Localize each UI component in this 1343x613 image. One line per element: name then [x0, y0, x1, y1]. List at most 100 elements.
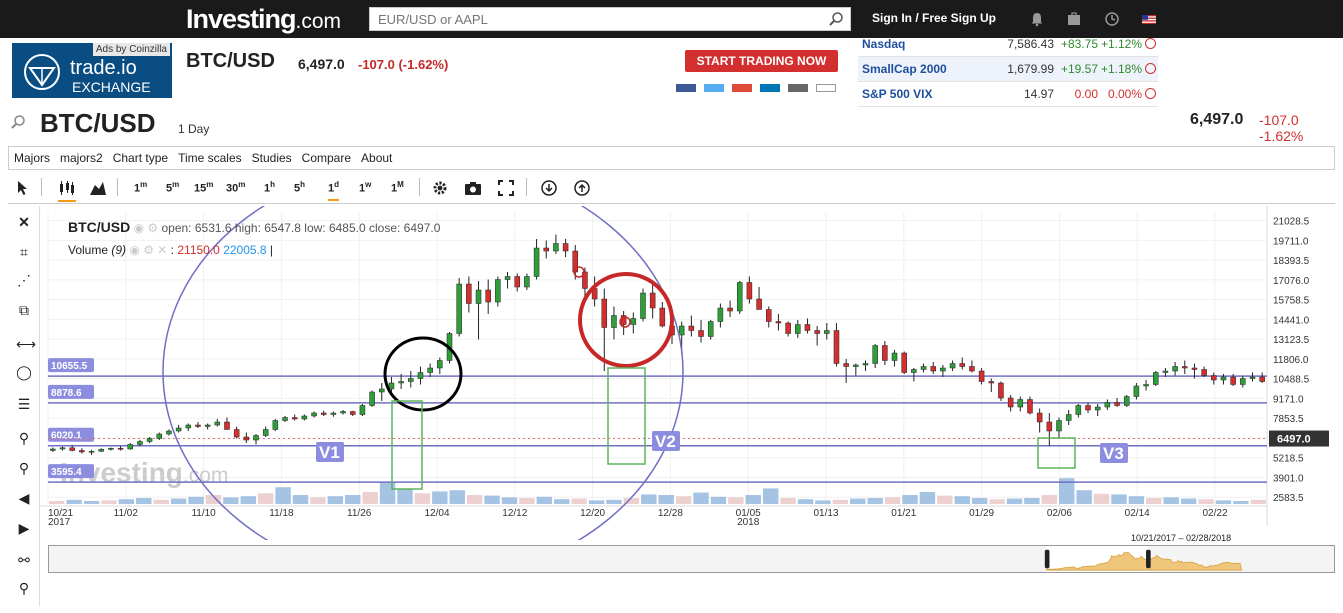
volume-bar — [257, 493, 274, 504]
market-name[interactable]: SmallCap 2000 — [862, 62, 947, 76]
menu-studies[interactable]: Studies — [247, 147, 297, 165]
copy-icon[interactable]: ⧉ — [16, 302, 32, 318]
trendline-tools-icon[interactable]: ⋰ — [16, 272, 32, 288]
clock-icon[interactable] — [1104, 11, 1120, 27]
ellipse-tool-icon[interactable]: ◯ — [16, 364, 32, 380]
menu-majors[interactable]: Majors — [9, 147, 55, 165]
volume-bar — [693, 492, 709, 504]
volume-bar — [484, 495, 500, 504]
timeframe-1m[interactable]: 1m — [134, 180, 147, 195]
volume-bar — [710, 496, 727, 504]
candlestick-icon[interactable] — [58, 180, 76, 202]
search-input[interactable] — [370, 8, 810, 30]
annotation-label: V3 — [1103, 444, 1124, 463]
candle-body — [795, 324, 801, 334]
candle-body — [756, 298, 762, 310]
horizontal-lines-icon[interactable]: ☰ — [16, 396, 32, 412]
market-change: +19.57 — [1060, 62, 1098, 76]
candle-body — [1075, 405, 1082, 415]
sign-in-link[interactable]: Sign In / Free Sign Up — [872, 11, 996, 25]
volume-bar — [501, 497, 518, 504]
volume-blue: 22005.8 — [223, 243, 267, 257]
candle-body — [940, 367, 946, 372]
market-name[interactable]: S&P 500 VIX — [862, 87, 933, 101]
menu-majors2[interactable]: majors2 — [55, 147, 108, 165]
fullscreen-icon[interactable] — [498, 180, 514, 196]
candle-body — [1085, 405, 1091, 411]
linkedin-icon[interactable] — [760, 84, 780, 92]
candle-body — [533, 247, 540, 277]
portfolio-icon[interactable] — [1066, 11, 1082, 27]
search-icon[interactable] — [10, 114, 26, 130]
candle-body — [998, 382, 1004, 399]
candle-body — [204, 424, 211, 427]
crosshair-icon[interactable]: ⌗ — [16, 244, 32, 260]
us-flag-icon[interactable] — [1141, 11, 1157, 27]
bell-icon[interactable] — [1029, 11, 1045, 27]
download-icon[interactable] — [541, 180, 557, 196]
chart-change: -107.0 -1.62% — [1259, 112, 1343, 144]
menu-chart-type[interactable]: Chart type — [108, 147, 173, 165]
timeframe-30m[interactable]: 30m — [226, 180, 245, 195]
menu-time-scales[interactable]: Time scales — [173, 147, 247, 165]
line-tool-icon[interactable]: ⟷ — [16, 336, 36, 352]
volume-bar — [1128, 496, 1145, 504]
menu-about[interactable]: About — [356, 147, 397, 165]
magnet-icon[interactable]: ⚯ — [16, 552, 32, 568]
candle-body — [524, 276, 530, 288]
candle-body — [262, 429, 269, 436]
chart-menu: Majors majors2 Chart type Time scales Studie… — [8, 146, 1335, 170]
eye-icon[interactable]: ◉ ⚙ — [134, 221, 159, 235]
timeframe-5m[interactable]: 5m — [166, 180, 179, 195]
reset-icon[interactable]: ⚲ — [16, 580, 32, 596]
chart-navigator[interactable] — [48, 545, 1335, 573]
search-icon[interactable] — [828, 11, 844, 27]
candle-body — [959, 363, 965, 367]
timeframe-1d[interactable]: 1d — [328, 180, 340, 201]
camera-icon[interactable] — [464, 180, 482, 196]
site-logo[interactable]: Investing.com — [186, 4, 341, 35]
area-chart-icon[interactable] — [89, 180, 107, 196]
candle-body — [630, 318, 637, 325]
market-change: +83.75 — [1060, 37, 1098, 51]
menu-compare[interactable]: Compare — [297, 147, 356, 165]
chart-legend: BTC/USD ◉ ⚙ open: 6531.6 high: 6547.8 lo… — [68, 219, 440, 235]
zoom-out-icon[interactable]: ⚲ — [16, 460, 32, 476]
hline-label: 3595.4 — [51, 467, 82, 478]
timeframe-1w[interactable]: 1w — [359, 180, 371, 195]
google-plus-icon[interactable] — [732, 84, 752, 92]
close-icon[interactable]: ✕ — [16, 214, 32, 230]
volume-bar — [1006, 498, 1023, 504]
zoom-in-icon[interactable]: ⚲ — [16, 430, 32, 446]
market-row[interactable]: Nasdaq 7,586.43 +83.75 +1.12% — [858, 32, 1158, 57]
volume-bar — [536, 496, 553, 504]
scroll-left-icon[interactable]: ◀ — [16, 490, 32, 506]
candle-body — [1220, 376, 1227, 381]
candle-body — [804, 324, 811, 331]
market-row[interactable]: S&P 500 VIX 14.97 0.00 0.00% — [858, 82, 1158, 107]
timeframe-1M[interactable]: 1M — [391, 180, 404, 195]
market-row[interactable]: SmallCap 2000 1,679.99 +19.57 +1.18% — [858, 57, 1158, 82]
upload-icon[interactable] — [574, 180, 590, 196]
candle-body — [350, 411, 356, 415]
start-trading-button[interactable]: START TRADING NOW — [685, 50, 838, 72]
candle-body — [862, 363, 869, 366]
market-name[interactable]: Nasdaq — [862, 37, 905, 51]
volume-bar — [745, 495, 761, 504]
gear-icon[interactable] — [432, 180, 448, 196]
candle-body — [1065, 414, 1072, 421]
candle-body — [291, 417, 298, 420]
candle-body — [69, 447, 75, 451]
timeframe-15m[interactable]: 15m — [194, 180, 213, 195]
eye-icon[interactable]: ◉ ⚙ ✕ — [129, 243, 167, 257]
print-icon[interactable] — [816, 84, 836, 92]
timeframe-5h[interactable]: 5h — [294, 180, 305, 195]
timeframe-1h[interactable]: 1h — [264, 180, 275, 195]
scroll-right-icon[interactable]: ▶ — [16, 520, 32, 536]
email-icon[interactable] — [788, 84, 808, 92]
facebook-icon[interactable] — [676, 84, 696, 92]
twitter-icon[interactable] — [704, 84, 724, 92]
pointer-icon[interactable] — [16, 180, 30, 196]
candle-body — [379, 388, 385, 393]
ad-banner[interactable]: Ads by Coinzilla trade.io EXCHANGE — [12, 43, 172, 98]
